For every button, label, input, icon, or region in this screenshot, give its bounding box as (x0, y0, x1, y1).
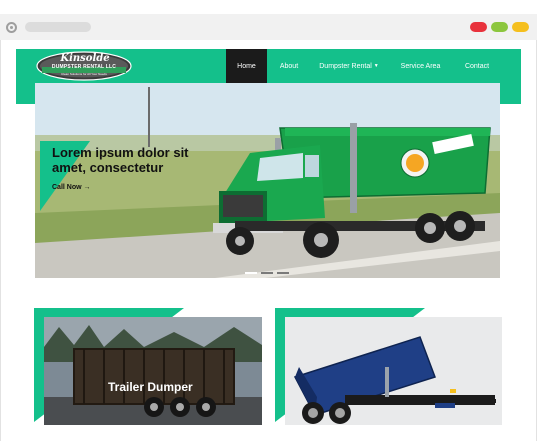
trailer-dumper-card[interactable]: Trailer Dumper (44, 317, 262, 425)
logo-name: Kinsolde (60, 53, 110, 64)
maximize-window-button[interactable] (512, 22, 529, 32)
close-window-button[interactable] (470, 22, 487, 32)
nav-home[interactable]: Home (226, 49, 267, 83)
slider-dots (245, 272, 289, 274)
nav-contact-label: Contact (464, 62, 490, 70)
nav-home-label: Home (237, 62, 256, 70)
logo-tagline: DUMPSTER RENTAL LLC (51, 64, 117, 70)
call-now-link[interactable]: Call Now → (52, 184, 91, 191)
call-now-label: Call Now (52, 184, 82, 191)
hero-accent-left (16, 83, 35, 104)
dump-trailer-image (285, 317, 502, 425)
nav-contact[interactable]: Contact (454, 49, 500, 83)
hero-accent-right (500, 83, 521, 104)
browser-menu-icon[interactable] (6, 22, 17, 33)
trailer-dumper-image (44, 317, 262, 425)
nav-dumpster-rental-label: Dumpster Rental (319, 62, 372, 70)
address-bar[interactable] (25, 22, 91, 32)
hero-slider[interactable]: Lorem ipsum dolor sit amet, consectetur … (35, 83, 500, 278)
nav-service-area-label: Service Area (400, 62, 441, 70)
nav-dumpster-rental[interactable]: Dumpster Rental ▼ (311, 49, 387, 83)
arrow-right-icon: → (83, 184, 91, 191)
minimize-window-button[interactable] (491, 22, 508, 32)
dump-trailer-card[interactable] (285, 317, 502, 425)
main-nav: Home About Dumpster Rental ▼ Service Area… (226, 49, 500, 83)
site-logo[interactable]: Kinsolde DUMPSTER RENTAL LLC Clean Solut… (36, 51, 150, 81)
nav-about[interactable]: About (267, 49, 311, 83)
hero-title: Lorem ipsum dolor sit amet, consectetur (52, 145, 189, 175)
slider-dot[interactable] (245, 272, 257, 274)
nav-about-label: About (279, 62, 299, 70)
logo-subtitle: Clean Solutions for All Your Needs (61, 72, 107, 76)
caret-down-icon: ▼ (373, 63, 379, 69)
card-title: Trailer Dumper (108, 380, 193, 394)
browser-window: Kinsolde DUMPSTER RENTAL LLC Clean Solut… (0, 0, 537, 441)
hero-image (35, 83, 500, 278)
site-header: Kinsolde DUMPSTER RENTAL LLC Clean Solut… (16, 49, 521, 83)
slider-dot[interactable] (261, 272, 273, 274)
nav-service-area[interactable]: Service Area (387, 49, 454, 83)
page-edge-left (0, 40, 1, 441)
slider-dot[interactable] (277, 272, 289, 274)
